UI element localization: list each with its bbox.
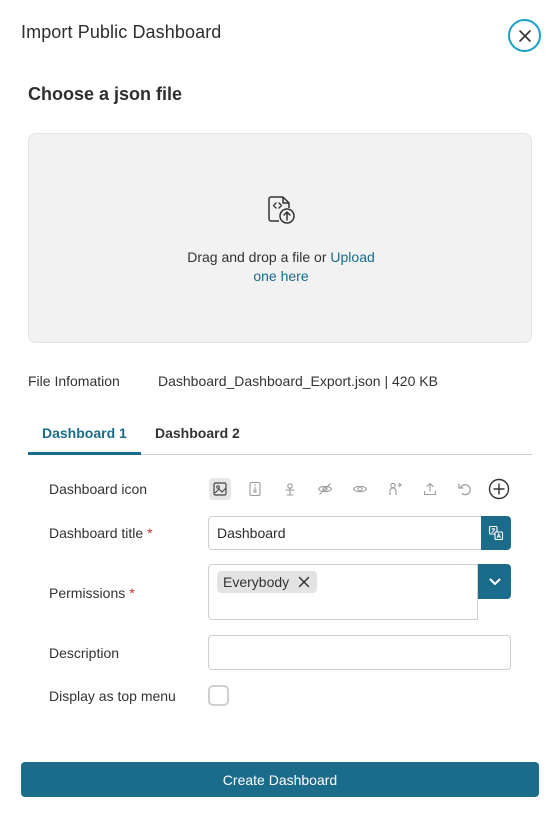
close-button[interactable]: [508, 19, 541, 52]
add-circle-icon[interactable]: [488, 478, 510, 500]
file-dropzone[interactable]: Drag and drop a file or Upload one here: [28, 133, 532, 343]
tab-dashboard-1[interactable]: Dashboard 1: [42, 425, 127, 441]
translate-button[interactable]: [481, 516, 511, 550]
top-menu-label: Display as top menu: [49, 688, 176, 704]
dashboard-tabs: Dashboard 1 Dashboard 2: [28, 415, 532, 455]
permissions-label-text: Permissions: [49, 585, 126, 601]
chevron-down-icon: [489, 578, 500, 585]
top-menu-checkbox[interactable]: [208, 685, 229, 706]
permission-chip: Everybody: [217, 571, 318, 593]
tree-icon[interactable]: [279, 478, 301, 500]
dialog-header: Import Public Dashboard: [0, 0, 560, 70]
upload-icon[interactable]: [419, 478, 441, 500]
file-zip-icon[interactable]: [244, 478, 266, 500]
undo-icon[interactable]: [454, 478, 476, 500]
dashboard-icon-label: Dashboard icon: [49, 481, 148, 497]
description-input[interactable]: [208, 635, 511, 670]
translate-icon: [488, 525, 504, 541]
required-mark: *: [147, 525, 153, 541]
required-mark: *: [129, 585, 135, 601]
file-code-upload-icon: [268, 196, 295, 224]
permission-chip-label: Everybody: [223, 574, 290, 590]
description-label: Description: [49, 645, 120, 661]
dropzone-instructions: Drag and drop a file or Upload one here: [29, 248, 533, 286]
eye-off-icon[interactable]: [314, 478, 336, 500]
eye-icon[interactable]: [349, 478, 371, 500]
dropzone-prompt: Drag and drop a file or: [187, 249, 327, 265]
permissions-dropdown-button[interactable]: [478, 564, 511, 599]
permissions-field[interactable]: Everybody: [208, 564, 478, 620]
create-dashboard-button[interactable]: Create Dashboard: [21, 762, 539, 797]
image-icon[interactable]: [209, 478, 231, 500]
user-share-icon[interactable]: [384, 478, 406, 500]
active-tab-indicator: [28, 452, 141, 455]
dashboard-title-label-text: Dashboard title: [49, 525, 144, 541]
close-icon: [518, 29, 531, 42]
upload-link[interactable]: Upload: [330, 249, 374, 265]
upload-section-title: Choose a json file: [28, 84, 183, 104]
permissions-label: Permissions *: [49, 585, 135, 601]
dashboard-title-label: Dashboard title *: [49, 525, 153, 541]
upload-link-continued[interactable]: one here: [253, 268, 308, 284]
dashboard-title-input[interactable]: Dashboard: [208, 516, 483, 550]
dialog-title: Import Public Dashboard: [21, 22, 222, 42]
close-icon: [298, 576, 310, 588]
tab-dashboard-2[interactable]: Dashboard 2: [155, 425, 240, 441]
file-info-label: File Infomation: [28, 373, 120, 389]
remove-chip-button[interactable]: [297, 575, 311, 589]
file-info-value: Dashboard_Dashboard_Export.json | 420 KB: [158, 373, 438, 389]
